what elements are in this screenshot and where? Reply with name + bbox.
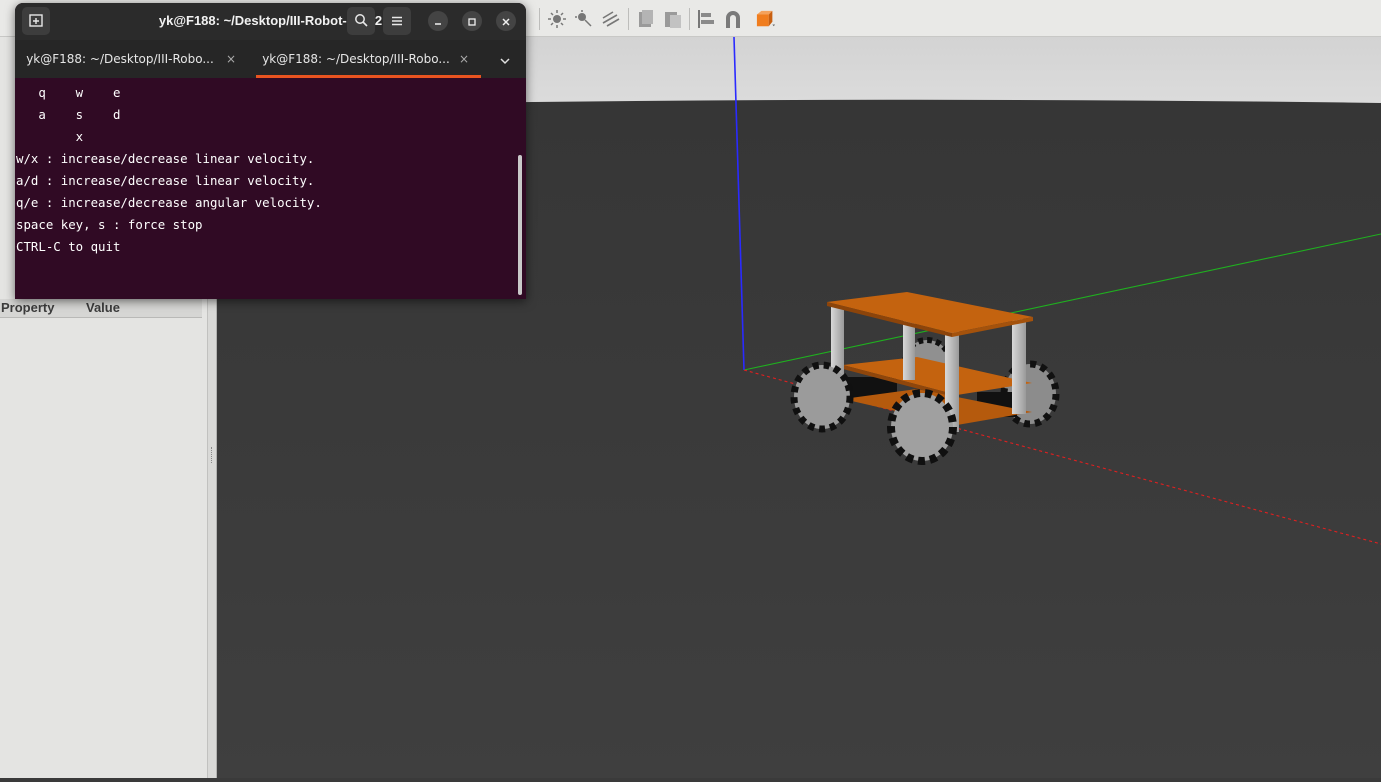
tab-terminal-1[interactable]: yk@F188: ~/Desktop/III-Robo... ×	[20, 40, 245, 78]
splitter-grip	[211, 447, 214, 463]
chevron-down-icon	[499, 52, 511, 71]
copy-icon[interactable]	[636, 9, 656, 29]
property-table-header: Property Value	[0, 299, 202, 318]
tab-label: yk@F188: ~/Desktop/III-Robo...	[26, 52, 214, 66]
terminal-header-bar: yk@F188: ~/Desktop/III-Robot-ROS2	[15, 3, 526, 40]
search-icon	[354, 12, 368, 31]
minimize-icon	[433, 12, 443, 31]
close-icon	[501, 12, 511, 31]
toolbar-separator	[689, 8, 690, 30]
terminal-title: yk@F188: ~/Desktop/III-Robot-ROS2	[158, 13, 383, 28]
terminal-line: w/x : increase/decrease linear velocity.	[16, 151, 315, 166]
minimize-button[interactable]	[428, 11, 448, 31]
tab-list-dropdown[interactable]	[499, 52, 511, 71]
toolbar-separator	[539, 8, 540, 30]
hamburger-menu-icon	[391, 12, 403, 31]
terminal-output[interactable]: q w e a s d x w/x : increase/decrease li…	[15, 78, 526, 299]
terminal-window[interactable]: yk@F188: ~/Desktop/III-Robot-ROS2 yk@F18…	[15, 3, 526, 299]
terminal-line: a s d	[16, 107, 121, 122]
tab-close-icon[interactable]: ×	[459, 52, 469, 66]
close-window-button[interactable]	[496, 11, 516, 31]
terminal-line: q/e : increase/decrease angular velocity…	[16, 195, 322, 210]
tab-label: yk@F188: ~/Desktop/III-Robo...	[262, 52, 450, 66]
search-button[interactable]	[347, 7, 375, 35]
robot-leg	[903, 320, 915, 380]
terminal-line: q w e	[16, 85, 121, 100]
terminal-tab-bar: yk@F188: ~/Desktop/III-Robo... × yk@F188…	[15, 40, 526, 78]
snap-icon[interactable]	[723, 9, 743, 29]
maximize-button[interactable]	[462, 11, 482, 31]
robot-leg	[1012, 319, 1026, 414]
tab-close-icon[interactable]: ×	[226, 52, 236, 66]
value-column-header[interactable]: Value	[86, 300, 120, 315]
toolbar-separator	[628, 8, 629, 30]
front-right-wheel	[887, 389, 957, 465]
terminal-line: x	[16, 129, 84, 144]
view-angle-icon[interactable]	[756, 9, 776, 29]
terminal-line: a/d : increase/decrease linear velocity.	[16, 173, 315, 188]
front-left-wheel	[790, 361, 854, 433]
terminal-scrollbar[interactable]	[518, 155, 522, 295]
property-column-header[interactable]: Property	[1, 300, 54, 315]
directional-light-icon[interactable]	[601, 9, 621, 29]
maximize-icon	[467, 12, 477, 31]
align-icon[interactable]	[696, 9, 716, 29]
paste-icon[interactable]	[663, 9, 683, 29]
spot-light-icon[interactable]	[574, 9, 594, 29]
terminal-line: space key, s : force stop	[16, 217, 203, 232]
menu-button[interactable]	[383, 7, 411, 35]
terminal-line: CTRL-C to quit	[16, 239, 121, 254]
tab-terminal-2[interactable]: yk@F188: ~/Desktop/III-Robo... ×	[256, 40, 481, 78]
sun-light-icon[interactable]	[547, 9, 567, 29]
